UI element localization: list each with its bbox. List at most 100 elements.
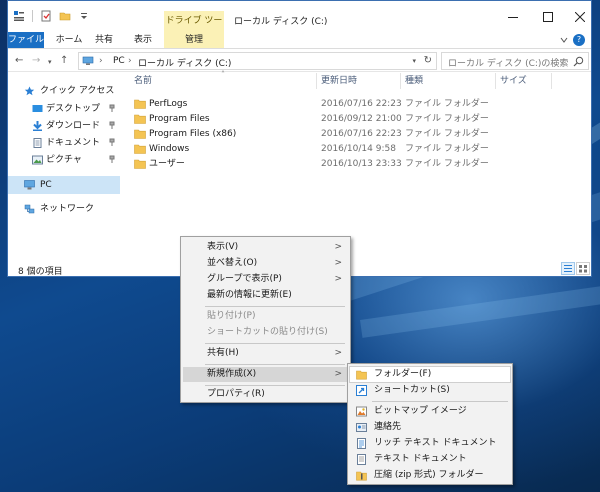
details-view-button[interactable] <box>561 262 575 275</box>
large-icons-view-icon <box>579 265 587 273</box>
new-item-text-document[interactable]: テキスト ドキュメント <box>350 452 510 467</box>
up-arrow-icon[interactable]: ↑ <box>60 55 68 66</box>
recent-locations-chevron-icon[interactable]: ▾ <box>48 58 52 66</box>
breadcrumb-separator[interactable]: › <box>128 56 132 66</box>
nav-item-documents[interactable]: ドキュメント <box>8 135 120 151</box>
menu-item-sort-by[interactable]: 並べ替え(O) > <box>183 256 348 271</box>
folder-icon <box>134 159 146 169</box>
quick-access-toolbar <box>13 10 90 22</box>
menu-item-label: ショートカット(S) <box>374 385 450 395</box>
menu-item-group-by[interactable]: グループで表示(P) > <box>183 272 348 287</box>
nav-item-quick-access[interactable]: クイック アクセス <box>8 83 120 99</box>
close-button[interactable] <box>560 7 600 27</box>
pictures-icon <box>32 155 43 165</box>
menu-item-label: 貼り付け(P) <box>207 311 256 321</box>
column-header-name[interactable]: 名前 <box>134 73 152 89</box>
folder-icon <box>134 129 146 139</box>
column-divider[interactable] <box>316 73 317 89</box>
menu-item-new[interactable]: 新規作成(X) > <box>183 367 348 382</box>
nav-item-label: デスクトップ <box>46 104 101 114</box>
forward-arrow-icon[interactable]: → <box>32 55 40 66</box>
new-folder-icon[interactable] <box>59 10 71 22</box>
file-row[interactable]: ユーザー 2016/10/13 23:33 ファイル フォルダー <box>121 157 591 172</box>
nav-item-desktop[interactable]: デスクトップ <box>8 101 120 117</box>
search-input[interactable]: ローカル ディスク (C:)の検索 <box>441 52 589 70</box>
minimize-button[interactable] <box>493 7 533 27</box>
column-header-modified[interactable]: 更新日時 <box>321 73 357 89</box>
menu-item-paste-shortcut[interactable]: ショートカットの貼り付け(S) <box>183 325 348 340</box>
tab-file[interactable]: ファイル <box>8 32 44 48</box>
star-icon <box>24 86 35 96</box>
sort-ascending-icon: ˄ <box>221 70 225 79</box>
pin-icon[interactable] <box>108 121 116 129</box>
new-item-contact[interactable]: 連絡先 <box>350 420 510 435</box>
new-item-shortcut[interactable]: ショートカット(S) <box>350 383 510 398</box>
column-header-type[interactable]: 種類 <box>405 73 423 89</box>
new-item-bitmap-image[interactable]: ビットマップ イメージ <box>350 404 510 419</box>
breadcrumb-pc[interactable]: PC <box>113 56 125 66</box>
refresh-icon[interactable]: ↻ <box>424 55 432 66</box>
nav-item-downloads[interactable]: ダウンロード <box>8 118 120 134</box>
menu-item-properties[interactable]: プロパティ(R) <box>183 387 348 402</box>
file-row[interactable]: PerfLogs 2016/07/16 22:23 ファイル フォルダー <box>121 97 591 112</box>
column-header-size[interactable]: サイズ <box>500 73 527 89</box>
search-icon <box>573 56 584 67</box>
submenu-arrow-icon: > <box>334 242 342 252</box>
tab-manage[interactable]: 管理 <box>164 32 224 48</box>
file-row[interactable]: Program Files 2016/09/12 21:00 ファイル フォルダ… <box>121 112 591 127</box>
menu-item-share[interactable]: 共有(H) > <box>183 346 348 361</box>
file-row[interactable]: Program Files (x86) 2016/07/16 22:23 ファイ… <box>121 127 591 142</box>
file-type: ファイル フォルダー <box>405 129 489 139</box>
back-arrow-icon[interactable]: ← <box>15 55 23 66</box>
menu-item-label: 共有(H) <box>207 348 239 358</box>
drive-tools-contextual-tab: ドライブ ツール <box>164 11 224 47</box>
close-icon <box>575 12 585 22</box>
address-bar[interactable]: › PC › ローカル ディスク (C:) ▾ ↻ <box>78 52 437 70</box>
expand-ribbon-icon[interactable] <box>559 35 569 45</box>
wallpaper-light-beam <box>360 278 600 338</box>
properties-icon[interactable] <box>40 10 52 22</box>
column-divider[interactable] <box>400 73 401 89</box>
file-type: ファイル フォルダー <box>405 99 489 109</box>
large-icons-view-button[interactable] <box>576 262 590 275</box>
nav-item-pc[interactable]: PC <box>8 176 120 194</box>
menu-item-label: 最新の情報に更新(E) <box>207 290 292 300</box>
file-modified: 2016/07/16 22:23 <box>321 129 402 139</box>
submenu-arrow-icon: > <box>334 369 342 379</box>
nav-item-network[interactable]: ネットワーク <box>8 201 120 217</box>
nav-item-label: ドキュメント <box>46 138 101 148</box>
nav-item-pictures[interactable]: ピクチャ <box>8 152 120 168</box>
rich-text-icon <box>357 438 366 449</box>
pin-icon[interactable] <box>108 155 116 163</box>
column-divider[interactable] <box>551 73 552 89</box>
menu-item-refresh[interactable]: 最新の情報に更新(E) <box>183 288 348 303</box>
help-icon[interactable]: ? <box>573 34 585 46</box>
new-item-rich-text-document[interactable]: リッチ テキスト ドキュメント <box>350 436 510 451</box>
title-bar: ドライブ ツール ローカル ディスク (C:) <box>8 1 591 47</box>
toolbar-divider <box>32 10 33 22</box>
tab-share[interactable]: 共有 <box>92 32 116 48</box>
search-placeholder: ローカル ディスク (C:)の検索 <box>448 59 569 69</box>
window-menu-icon[interactable] <box>13 10 25 22</box>
nav-item-label: ピクチャ <box>46 155 82 165</box>
menu-separator <box>205 385 345 386</box>
menu-item-paste[interactable]: 貼り付け(P) <box>183 309 348 324</box>
breadcrumb-local-disk[interactable]: ローカル ディスク (C:) <box>138 56 231 69</box>
nav-item-label: ネットワーク <box>40 204 95 214</box>
menu-item-label: リッチ テキスト ドキュメント <box>374 438 497 448</box>
tab-home[interactable]: ホーム <box>54 32 84 48</box>
address-dropdown-icon[interactable]: ▾ <box>412 57 416 65</box>
ribbon-tab-bar: ファイル ホーム 共有 表示 管理 ? <box>8 32 591 48</box>
file-type: ファイル フォルダー <box>405 159 489 169</box>
breadcrumb-separator[interactable]: › <box>99 56 103 66</box>
tab-view[interactable]: 表示 <box>130 32 156 48</box>
new-item-folder[interactable]: フォルダー(F) <box>349 366 511 383</box>
menu-item-label: 圧縮 (zip 形式) フォルダー <box>374 470 484 480</box>
customize-toolbar-icon[interactable] <box>78 10 90 22</box>
new-item-zip-folder[interactable]: 圧縮 (zip 形式) フォルダー <box>350 468 510 483</box>
column-divider[interactable] <box>495 73 496 89</box>
pin-icon[interactable] <box>108 104 116 112</box>
pin-icon[interactable] <box>108 138 116 146</box>
file-row[interactable]: Windows 2016/10/14 9:58 ファイル フォルダー <box>121 142 591 157</box>
menu-item-view[interactable]: 表示(V) > <box>183 240 348 255</box>
